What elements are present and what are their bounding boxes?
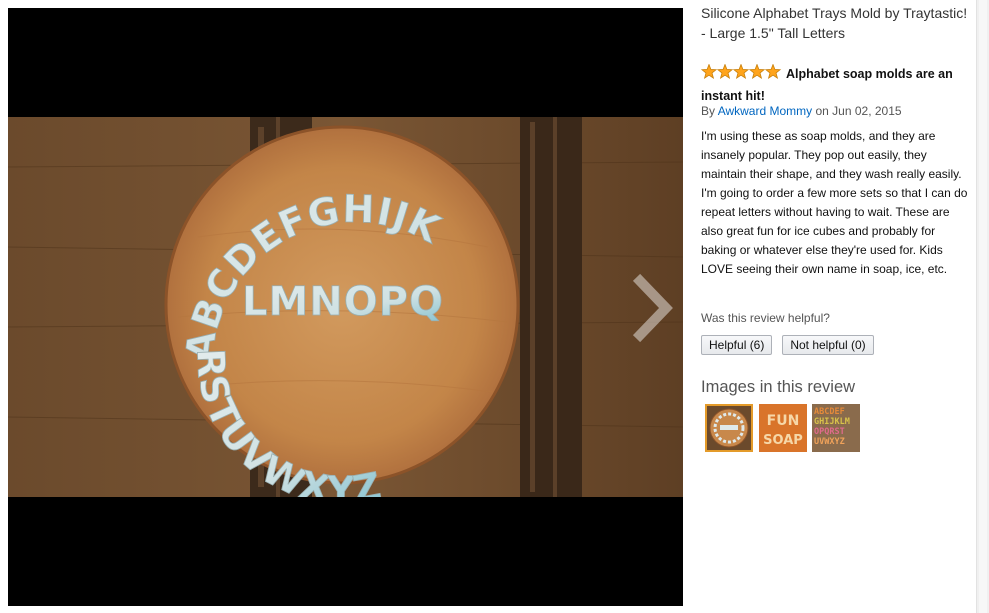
svg-text:FUN: FUN: [767, 413, 800, 429]
image-viewer: ABCDEFGHIJK LMNOPQ RSTUVWXYZ: [8, 8, 683, 606]
abc-circle-thumbnail-icon: [707, 406, 751, 450]
svg-text:OPQRST: OPQRST: [814, 427, 845, 437]
photo-letters-middle: LMNOPQ: [242, 279, 444, 325]
vertical-scrollbar[interactable]: [976, 0, 989, 613]
star-icon: [700, 63, 718, 79]
star-icon: [764, 63, 782, 79]
star-icon: [716, 63, 734, 79]
review-body: I'm using these as soap molds, and they …: [701, 129, 968, 276]
not-helpful-button[interactable]: Not helpful (0): [782, 335, 874, 355]
alphabet-grid-thumbnail-icon: ABCDEF GHIJKLM OPQRST UVWXYZ: [812, 404, 860, 452]
thumbnail-1[interactable]: [705, 404, 753, 452]
review-byline: By Awkward Mommy on Jun 02, 2015: [701, 104, 902, 118]
scrollbar-thumb[interactable]: [979, 0, 987, 613]
star-icon: [732, 63, 750, 79]
star-rating: [700, 63, 783, 86]
next-image-arrow-icon[interactable]: [628, 273, 678, 343]
svg-text:SOAP: SOAP: [763, 433, 803, 448]
review-date: on Jun 02, 2015: [815, 104, 902, 118]
helpful-button[interactable]: Helpful (6): [701, 335, 772, 355]
helpful-question: Was this review helpful?: [701, 311, 830, 325]
review-photo: ABCDEFGHIJK LMNOPQ RSTUVWXYZ: [8, 117, 683, 497]
thumbnail-3[interactable]: ABCDEF GHIJKLM OPQRST UVWXYZ: [812, 404, 860, 452]
review-author-link[interactable]: Awkward Mommy: [718, 104, 812, 118]
product-title[interactable]: Silicone Alphabet Trays Mold by Traytast…: [701, 3, 981, 43]
fun-soap-thumbnail-icon: FUN SOAP: [759, 404, 807, 452]
review-header: Alphabet soap molds are an instant hit!: [700, 63, 973, 106]
review-panel: Silicone Alphabet Trays Mold by Traytast…: [700, 0, 976, 613]
svg-text:UVWXYZ: UVWXYZ: [814, 437, 845, 447]
svg-text:ABCDEF: ABCDEF: [814, 407, 845, 417]
thumbnail-2[interactable]: FUN SOAP: [759, 404, 807, 452]
star-icon: [748, 63, 766, 79]
byline-prefix: By: [701, 104, 716, 118]
images-section-heading: Images in this review: [701, 378, 856, 396]
svg-text:GHIJKLM: GHIJKLM: [814, 417, 850, 427]
